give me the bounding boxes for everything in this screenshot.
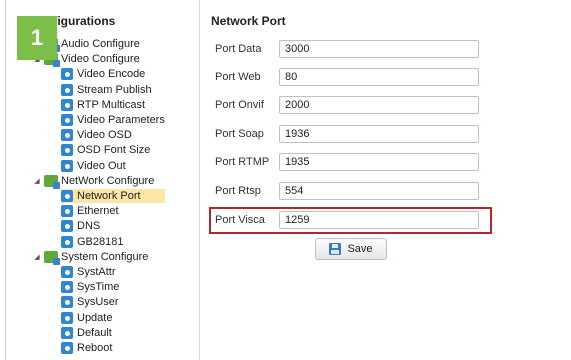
form-row-port-data: Port Data 3000 bbox=[215, 39, 495, 59]
tree-item-label: Video Configure bbox=[61, 53, 140, 65]
page-icon bbox=[61, 114, 73, 126]
tree-item-osd-font-size[interactable]: OSD Font Size bbox=[61, 143, 150, 157]
tree-item-rtp-multicast[interactable]: RTP Multicast bbox=[61, 98, 145, 112]
tree-item-label: Ethernet bbox=[77, 205, 119, 217]
tree-item-sysuser[interactable]: SysUser bbox=[61, 295, 119, 309]
port-soap-label: Port Soap bbox=[215, 128, 264, 140]
page-icon bbox=[61, 205, 73, 217]
form-row-port-onvif: Port Onvif 2000 bbox=[215, 95, 495, 115]
tree-item-video-out[interactable]: Video Out bbox=[61, 159, 126, 173]
save-button[interactable]: Save bbox=[315, 238, 387, 260]
left-divider bbox=[5, 0, 6, 360]
port-onvif-input[interactable]: 2000 bbox=[279, 96, 479, 114]
form-row-port-soap: Port Soap 1936 bbox=[215, 124, 495, 144]
page-icon bbox=[61, 129, 73, 141]
port-rtmp-input[interactable]: 1935 bbox=[279, 153, 479, 171]
tree-item-label: RTP Multicast bbox=[77, 99, 146, 111]
tree-item-label: Video Out bbox=[77, 160, 126, 172]
page-icon bbox=[61, 190, 73, 202]
tree-item-label: SystAttr bbox=[77, 266, 116, 278]
port-data-label: Port Data bbox=[215, 43, 262, 55]
tree-item-video-encode[interactable]: Video Encode bbox=[61, 67, 145, 81]
tree-item-update[interactable]: Update bbox=[61, 311, 112, 325]
page-icon bbox=[61, 312, 73, 324]
page-icon bbox=[61, 68, 73, 80]
tree-item-ethernet[interactable]: Ethernet bbox=[61, 204, 119, 218]
page-icon bbox=[61, 342, 73, 354]
form-row-port-rtsp: Port Rtsp 554 bbox=[215, 181, 495, 201]
main-panel: Network Port Port Data 3000 Port Web 80 … bbox=[201, 0, 571, 360]
tree-item-label: System Configure bbox=[61, 251, 149, 263]
tree-item-label: Update bbox=[77, 312, 113, 324]
expand-arrow-icon[interactable]: ◢ bbox=[33, 177, 41, 185]
tree-item-default[interactable]: Default bbox=[61, 326, 112, 340]
save-label: Save bbox=[347, 243, 373, 255]
tree-item-label: Video Encode bbox=[77, 68, 146, 80]
page-icon bbox=[61, 296, 73, 308]
tree-item-label: Stream Publish bbox=[77, 84, 152, 96]
tree-item-label: SysUser bbox=[77, 296, 119, 308]
port-rtsp-label: Port Rtsp bbox=[215, 185, 261, 197]
port-web-input[interactable]: 80 bbox=[279, 68, 479, 86]
port-visca-input[interactable]: 1259 bbox=[279, 211, 479, 229]
page-icon bbox=[61, 327, 73, 339]
page-icon bbox=[61, 266, 73, 278]
port-visca-label: Port Visca bbox=[215, 214, 265, 226]
step-badge: 1 bbox=[17, 16, 57, 60]
tree-item-reboot[interactable]: Reboot bbox=[61, 341, 112, 355]
page-icon bbox=[61, 160, 73, 172]
tree-item-label: Video Parameters bbox=[77, 114, 165, 126]
tree-item-label: DNS bbox=[77, 220, 101, 232]
page-icon bbox=[61, 144, 73, 156]
port-data-input[interactable]: 3000 bbox=[279, 40, 479, 58]
tree-item-label: GB28181 bbox=[77, 236, 124, 248]
save-icon bbox=[329, 243, 342, 255]
tree-item-dns[interactable]: DNS bbox=[61, 219, 100, 233]
tree-item-systime[interactable]: SysTime bbox=[61, 280, 119, 294]
tree-item-label: OSD Font Size bbox=[77, 144, 151, 156]
page-icon bbox=[61, 99, 73, 111]
form-row-port-web: Port Web 80 bbox=[215, 67, 495, 87]
expand-arrow-icon[interactable]: ◢ bbox=[33, 253, 41, 261]
tree-item-video-parameters[interactable]: Video Parameters bbox=[61, 113, 165, 127]
tree-item-label: SysTime bbox=[77, 281, 120, 293]
tree-item-gb28181[interactable]: GB28181 bbox=[61, 235, 123, 249]
tree-item-label: Default bbox=[77, 327, 112, 339]
tree-item-network-port[interactable]: Network Port bbox=[61, 189, 165, 203]
form-row-port-visca: Port Visca 1259 bbox=[215, 210, 495, 230]
tree-item-label: Audio Configure bbox=[61, 38, 140, 50]
port-onvif-label: Port Onvif bbox=[215, 99, 264, 111]
page-icon bbox=[61, 220, 73, 232]
page-title: Network Port bbox=[211, 14, 286, 28]
port-web-label: Port Web bbox=[215, 71, 261, 83]
page-icon bbox=[61, 281, 73, 293]
port-soap-input[interactable]: 1936 bbox=[279, 125, 479, 143]
tree-item-systattr[interactable]: SystAttr bbox=[61, 265, 116, 279]
tree-item-label: Reboot bbox=[77, 342, 113, 354]
port-rtmp-label: Port RTMP bbox=[215, 156, 270, 168]
tree-item-stream-publish[interactable]: Stream Publish bbox=[61, 83, 152, 97]
tree-item-network-configure[interactable]: ◢ NetWork Configure bbox=[33, 174, 155, 189]
form-row-port-rtmp: Port RTMP 1935 bbox=[215, 152, 495, 172]
page-icon bbox=[61, 84, 73, 96]
folder-gear-icon bbox=[44, 251, 60, 265]
tree-item-label: NetWork Configure bbox=[61, 175, 155, 187]
tree-item-system-configure[interactable]: ◢ System Configure bbox=[33, 250, 149, 265]
page-icon bbox=[61, 236, 73, 248]
port-rtsp-input[interactable]: 554 bbox=[279, 182, 479, 200]
folder-gear-icon bbox=[44, 175, 60, 189]
tree-item-label: Network Port bbox=[77, 190, 141, 202]
tree-item-label: Video OSD bbox=[77, 129, 132, 141]
tree-item-video-osd[interactable]: Video OSD bbox=[61, 128, 132, 142]
